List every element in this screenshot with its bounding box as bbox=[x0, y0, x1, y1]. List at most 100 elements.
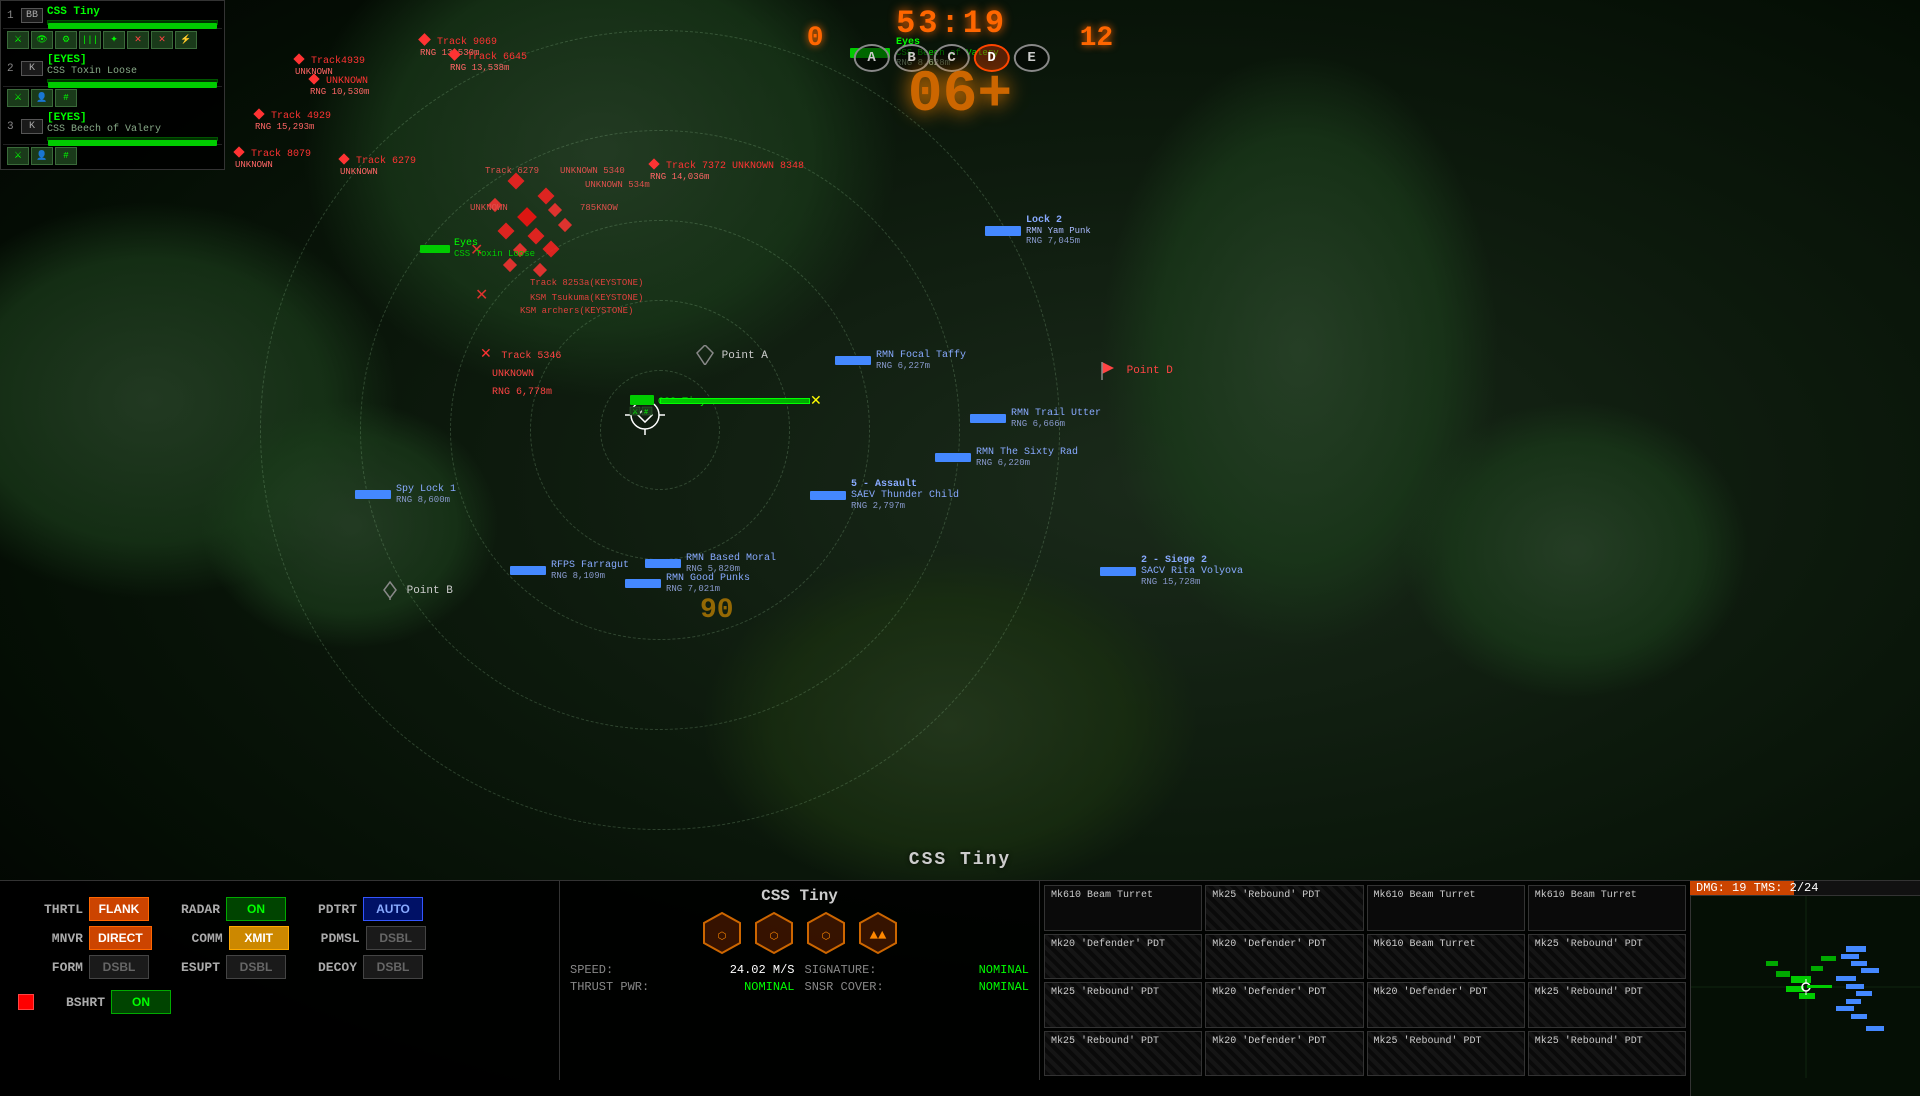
btn-radar-on[interactable]: ON bbox=[226, 897, 286, 921]
unit-row-1[interactable]: 1 BB CSS Tiny bbox=[3, 3, 222, 29]
mini-map[interactable] bbox=[1690, 896, 1920, 1096]
unit2-icon-move[interactable]: ⚔ bbox=[7, 89, 29, 107]
unit3-icon-hash[interactable]: # bbox=[55, 147, 77, 165]
unit-icon-eyes[interactable]: 👁 bbox=[31, 31, 53, 49]
controls-panel: THRTL FLANK RADAR ON PDTRT AUTO MNVR DIR… bbox=[0, 881, 560, 1080]
unit-icon-move[interactable]: ⚔ bbox=[7, 31, 29, 49]
weapon-slot-8[interactable]: Mk25 'Rebound' PDT bbox=[1044, 982, 1202, 1028]
btn-direct[interactable]: DIRECT bbox=[89, 926, 152, 950]
dmg-bar: DMG: 19 TMS: 2/24 bbox=[1690, 881, 1920, 896]
label-bshrt: BSHRT bbox=[40, 995, 105, 1010]
unit-badge-1: BB bbox=[21, 8, 43, 23]
btn-pdmsl-dsbl[interactable]: DSBL bbox=[366, 926, 426, 950]
unit-row-3[interactable]: 3 K [EYES] CSS Beech of Valery bbox=[3, 109, 222, 145]
unit-row-2[interactable]: 2 K [EYES] CSS Toxin Loose bbox=[3, 51, 222, 87]
speed-value: 24.02 M/S bbox=[730, 963, 795, 977]
btn-xmit[interactable]: XMIT bbox=[229, 926, 289, 950]
thrust-value: NOMINAL bbox=[744, 980, 794, 994]
score-right: 12 bbox=[1080, 23, 1114, 54]
stat-speed: SPEED: 24.02 M/S bbox=[570, 963, 795, 977]
weapon-slot-7[interactable]: Mk25 'Rebound' PDT bbox=[1528, 934, 1686, 980]
weapon-slot-0[interactable]: Mk610 Beam Turret bbox=[1044, 885, 1202, 931]
spy-lock-marker[interactable]: Spy Lock 1 RNG 8,600m bbox=[355, 484, 456, 505]
label-pdtrt: PDTRT bbox=[292, 902, 357, 917]
unit-vector-bar bbox=[660, 398, 810, 404]
weapon-slot-14[interactable]: Mk25 'Rebound' PDT bbox=[1367, 1031, 1525, 1077]
ship-name: CSS Tiny bbox=[570, 887, 1029, 905]
unit-subname-2: CSS Toxin Loose bbox=[47, 66, 218, 77]
label-pdmsl: PDMSL bbox=[295, 931, 360, 946]
weapon-slot-13[interactable]: Mk20 'Defender' PDT bbox=[1205, 1031, 1363, 1077]
weapon-slot-6[interactable]: Mk610 Beam Turret bbox=[1367, 934, 1525, 980]
friendly-toxin-marker[interactable]: Eyes CSS Toxin Loose bbox=[420, 238, 535, 259]
stat-snsr: SNSR COVER: NOMINAL bbox=[805, 980, 1030, 994]
weapon-slot-12[interactable]: Mk25 'Rebound' PDT bbox=[1044, 1031, 1202, 1077]
weapon-slot-4[interactable]: Mk20 'Defender' PDT bbox=[1044, 934, 1202, 980]
btn-flank[interactable]: FLANK bbox=[89, 897, 149, 921]
weapon-1-name: Mk25 'Rebound' PDT bbox=[1212, 890, 1356, 901]
unit-num-1: 1 bbox=[7, 10, 21, 22]
unit-name-3: [EYES] bbox=[47, 112, 218, 124]
unit-icon-x1[interactable]: ✕ bbox=[127, 31, 149, 49]
btn-form-dsbl[interactable]: DSBL bbox=[89, 955, 149, 979]
label-thrtl: THRTL bbox=[18, 902, 83, 917]
weapon-slot-15[interactable]: Mk25 'Rebound' PDT bbox=[1528, 1031, 1686, 1077]
label-mnvr: MNVR bbox=[18, 931, 83, 946]
btn-auto[interactable]: AUTO bbox=[363, 897, 423, 921]
unit-badge-2: K bbox=[21, 61, 43, 76]
good-punks-marker[interactable]: RMN Good Punks RNG 7,021m bbox=[625, 573, 750, 594]
unit2-icon-eyes[interactable]: 👤 bbox=[31, 89, 53, 107]
weapon-slot-3[interactable]: Mk610 Beam Turret bbox=[1528, 885, 1686, 931]
unit-name-2: [EYES] bbox=[47, 54, 218, 66]
terrain-4 bbox=[1400, 400, 1750, 700]
farragut-marker[interactable]: RFPS Farragut RNG 8,109m bbox=[510, 560, 629, 581]
sixty-rad-marker[interactable]: RMN The Sixty Rad RNG 6,220m bbox=[935, 447, 1078, 468]
unit-icon-shield[interactable]: ||| bbox=[79, 31, 101, 49]
weapon-slot-9[interactable]: Mk20 'Defender' PDT bbox=[1205, 982, 1363, 1028]
snsr-label: SNSR COVER: bbox=[805, 980, 884, 994]
point-b-marker[interactable]: Point B bbox=[380, 580, 453, 600]
snsr-value: NOMINAL bbox=[979, 980, 1029, 994]
thunder-child-marker[interactable]: 5 - Assault SAEV Thunder Child RNG 2,797… bbox=[810, 479, 959, 511]
top-hud: 0 53:19 A B C D E 12 06+ bbox=[807, 5, 1113, 125]
hex-icon-3: ⬡ bbox=[804, 911, 848, 955]
btn-decoy-dsbl[interactable]: DSBL bbox=[363, 955, 423, 979]
unit-icon-x2[interactable]: ✕ bbox=[151, 31, 173, 49]
rita-volyova-marker[interactable]: 2 - Siege 2 SACV Rita Volyova RNG 15,728… bbox=[1100, 555, 1243, 587]
weapon-slot-1[interactable]: Mk25 'Rebound' PDT bbox=[1205, 885, 1363, 931]
bshrt-indicator bbox=[18, 994, 34, 1010]
weapon-slot-5[interactable]: Mk20 'Defender' PDT bbox=[1205, 934, 1363, 980]
ship-hex-icons: ⬡ ⬡ ⬡ ▲▲ bbox=[570, 911, 1029, 955]
waypoint-tab-a[interactable]: A bbox=[854, 44, 890, 72]
focal-taffy-marker[interactable]: RMN Focal Taffy RNG 6,227m bbox=[835, 350, 966, 371]
trail-utter-marker[interactable]: RMN Trail Utter RNG 6,666m bbox=[970, 408, 1101, 429]
mini-map-container: DMG: 19 TMS: 2/24 bbox=[1690, 881, 1920, 1080]
unit2-icon-hash[interactable]: # bbox=[55, 89, 77, 107]
weapon-slot-11[interactable]: Mk25 'Rebound' PDT bbox=[1528, 982, 1686, 1028]
unit3-icon-eyes[interactable]: 👤 bbox=[31, 147, 53, 165]
enemy-track-5346[interactable]: ✕ Track 5346 UNKNOWN RNG 6,778m bbox=[480, 345, 561, 399]
weapon-slot-2[interactable]: Mk610 Beam Turret bbox=[1367, 885, 1525, 931]
unit-icon-star[interactable]: ✦ bbox=[103, 31, 125, 49]
btn-esupt-dsbl[interactable]: DSBL bbox=[226, 955, 286, 979]
based-moral-marker[interactable]: RMN Based Moral RNG 5,820m bbox=[645, 553, 776, 574]
unit3-icon-move[interactable]: ⚔ bbox=[7, 147, 29, 165]
hex-icon-4: ▲▲ bbox=[856, 911, 900, 955]
weapon-11-name: Mk25 'Rebound' PDT bbox=[1535, 987, 1679, 998]
weapon-4-name: Mk20 'Defender' PDT bbox=[1051, 939, 1195, 950]
point-a-marker[interactable]: Point A bbox=[695, 345, 768, 365]
unit-icon-bolt[interactable]: ⚡ bbox=[175, 31, 197, 49]
weapon-slot-10[interactable]: Mk20 'Defender' PDT bbox=[1367, 982, 1525, 1028]
timer: 53:19 bbox=[896, 5, 1007, 42]
btn-bshrt-on[interactable]: ON bbox=[111, 990, 171, 1014]
unit-health-3 bbox=[48, 140, 217, 146]
svg-text:⬡: ⬡ bbox=[717, 931, 726, 943]
unit-icon-gear[interactable]: ⚙ bbox=[55, 31, 77, 49]
point-d-marker[interactable]: Point D bbox=[1100, 360, 1173, 380]
svg-text:⬡: ⬡ bbox=[769, 931, 778, 943]
waypoint-tab-e[interactable]: E bbox=[1014, 44, 1050, 72]
speed-label: SPEED: bbox=[570, 963, 613, 977]
weapon-3-name: Mk610 Beam Turret bbox=[1535, 890, 1679, 901]
lock2-marker[interactable]: Lock 2 RMN Yam Punk RNG 7,045m bbox=[985, 215, 1091, 246]
control-row-form: FORM DSBL ESUPT DSBL DECOY DSBL bbox=[18, 955, 541, 979]
